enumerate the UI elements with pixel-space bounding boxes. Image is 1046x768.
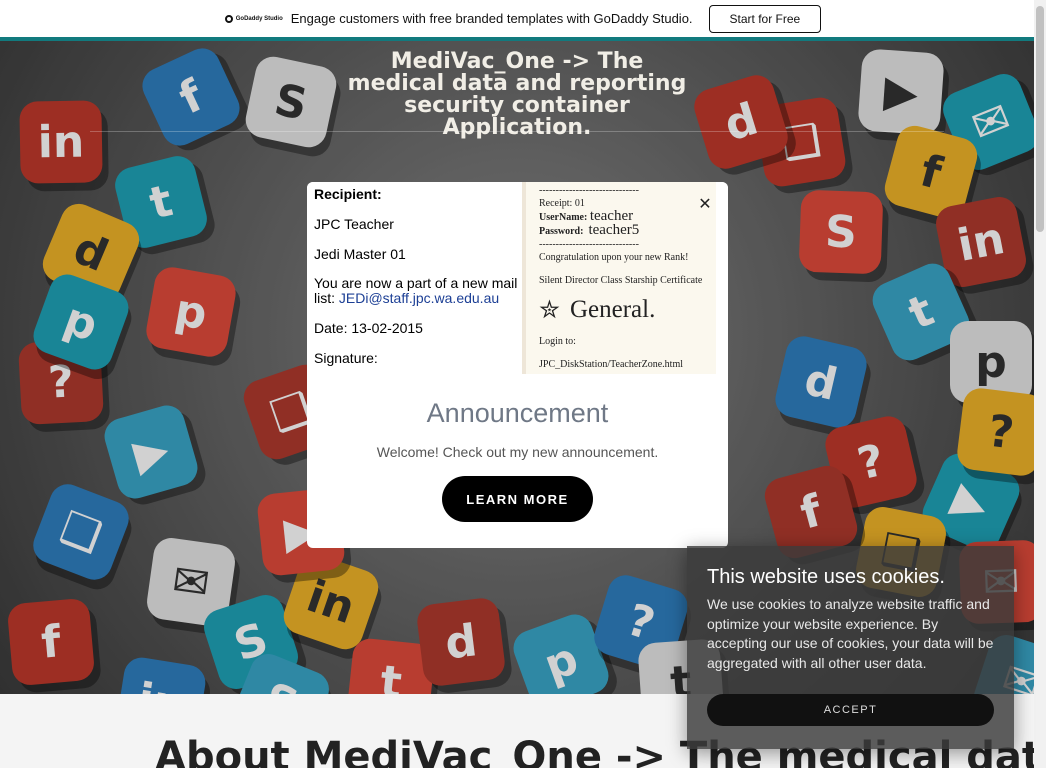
cert-rule-top: ------------------------------ [539, 185, 639, 196]
cert-password-label: Password: [539, 226, 584, 237]
announcement-modal: Recipient: JPC Teacher Jedi Master 01 Yo… [307, 182, 728, 548]
cert-username-label: UserName: [539, 212, 588, 223]
learn-more-button[interactable]: LEARN MORE [442, 476, 593, 522]
cert-password: teacher5 [588, 222, 640, 238]
cert-login-path: JPC_DiskStation/TeacherZone.html [539, 359, 684, 370]
cookie-title: This website uses cookies. [707, 566, 945, 588]
letter-rank: Jedi Master 01 [314, 246, 406, 262]
accept-cookies-button[interactable]: ACCEPT [707, 694, 994, 726]
promo-logo-text: GoDaddy Studio [235, 15, 283, 22]
cookie-body: We use cookies to analyze website traffi… [707, 596, 994, 671]
cert-congrats: Congratulation upon your new Rank! [539, 252, 689, 263]
mail-letter: Recipient: JPC Teacher Jedi Master 01 Yo… [314, 186, 524, 380]
letter-recipient: Recipient: [314, 186, 382, 202]
cert-login-label: Login to: [539, 336, 576, 347]
godaddy-logo-icon [224, 14, 233, 23]
page-scrollbar[interactable] [1034, 0, 1046, 768]
site-title[interactable]: MediVac_One -> The medical data and repo… [340, 51, 694, 139]
nav-divider [90, 131, 944, 132]
letter-email: JEDi@staff.jpc.wa.edu.au [338, 290, 500, 306]
letter-signature: Signature: [314, 350, 378, 366]
cert-rule-mid: ------------------------------ [539, 239, 639, 250]
cookie-banner: This website uses cookies. We use cookie… [687, 546, 1014, 749]
star-icon: ✮ [539, 297, 560, 324]
close-icon[interactable]: ✕ [695, 194, 715, 214]
announcement-message: Welcome! Check out my new announcement. [376, 444, 659, 460]
announcement-image: Recipient: JPC Teacher Jedi Master 01 Yo… [307, 182, 728, 374]
cert-rank: General. [569, 296, 656, 323]
start-for-free-button[interactable]: Start for Free [708, 4, 822, 33]
cert-class: Silent Director Class Starship Certifica… [539, 275, 703, 286]
rank-certificate: ------------------------------ Receipt: … [522, 182, 716, 374]
letter-date: Date: 13-02-2015 [314, 320, 423, 336]
promo-message: Engage customers with free branded templ… [290, 11, 693, 26]
letter-name: JPC Teacher [314, 216, 394, 232]
promo-bar: GoDaddy Studio Engage customers with fre… [0, 0, 1046, 37]
godaddy-studio-logo: GoDaddy Studio [224, 14, 283, 23]
announcement-heading: Announcement [426, 398, 609, 428]
scrollbar-thumb[interactable] [1036, 6, 1044, 232]
